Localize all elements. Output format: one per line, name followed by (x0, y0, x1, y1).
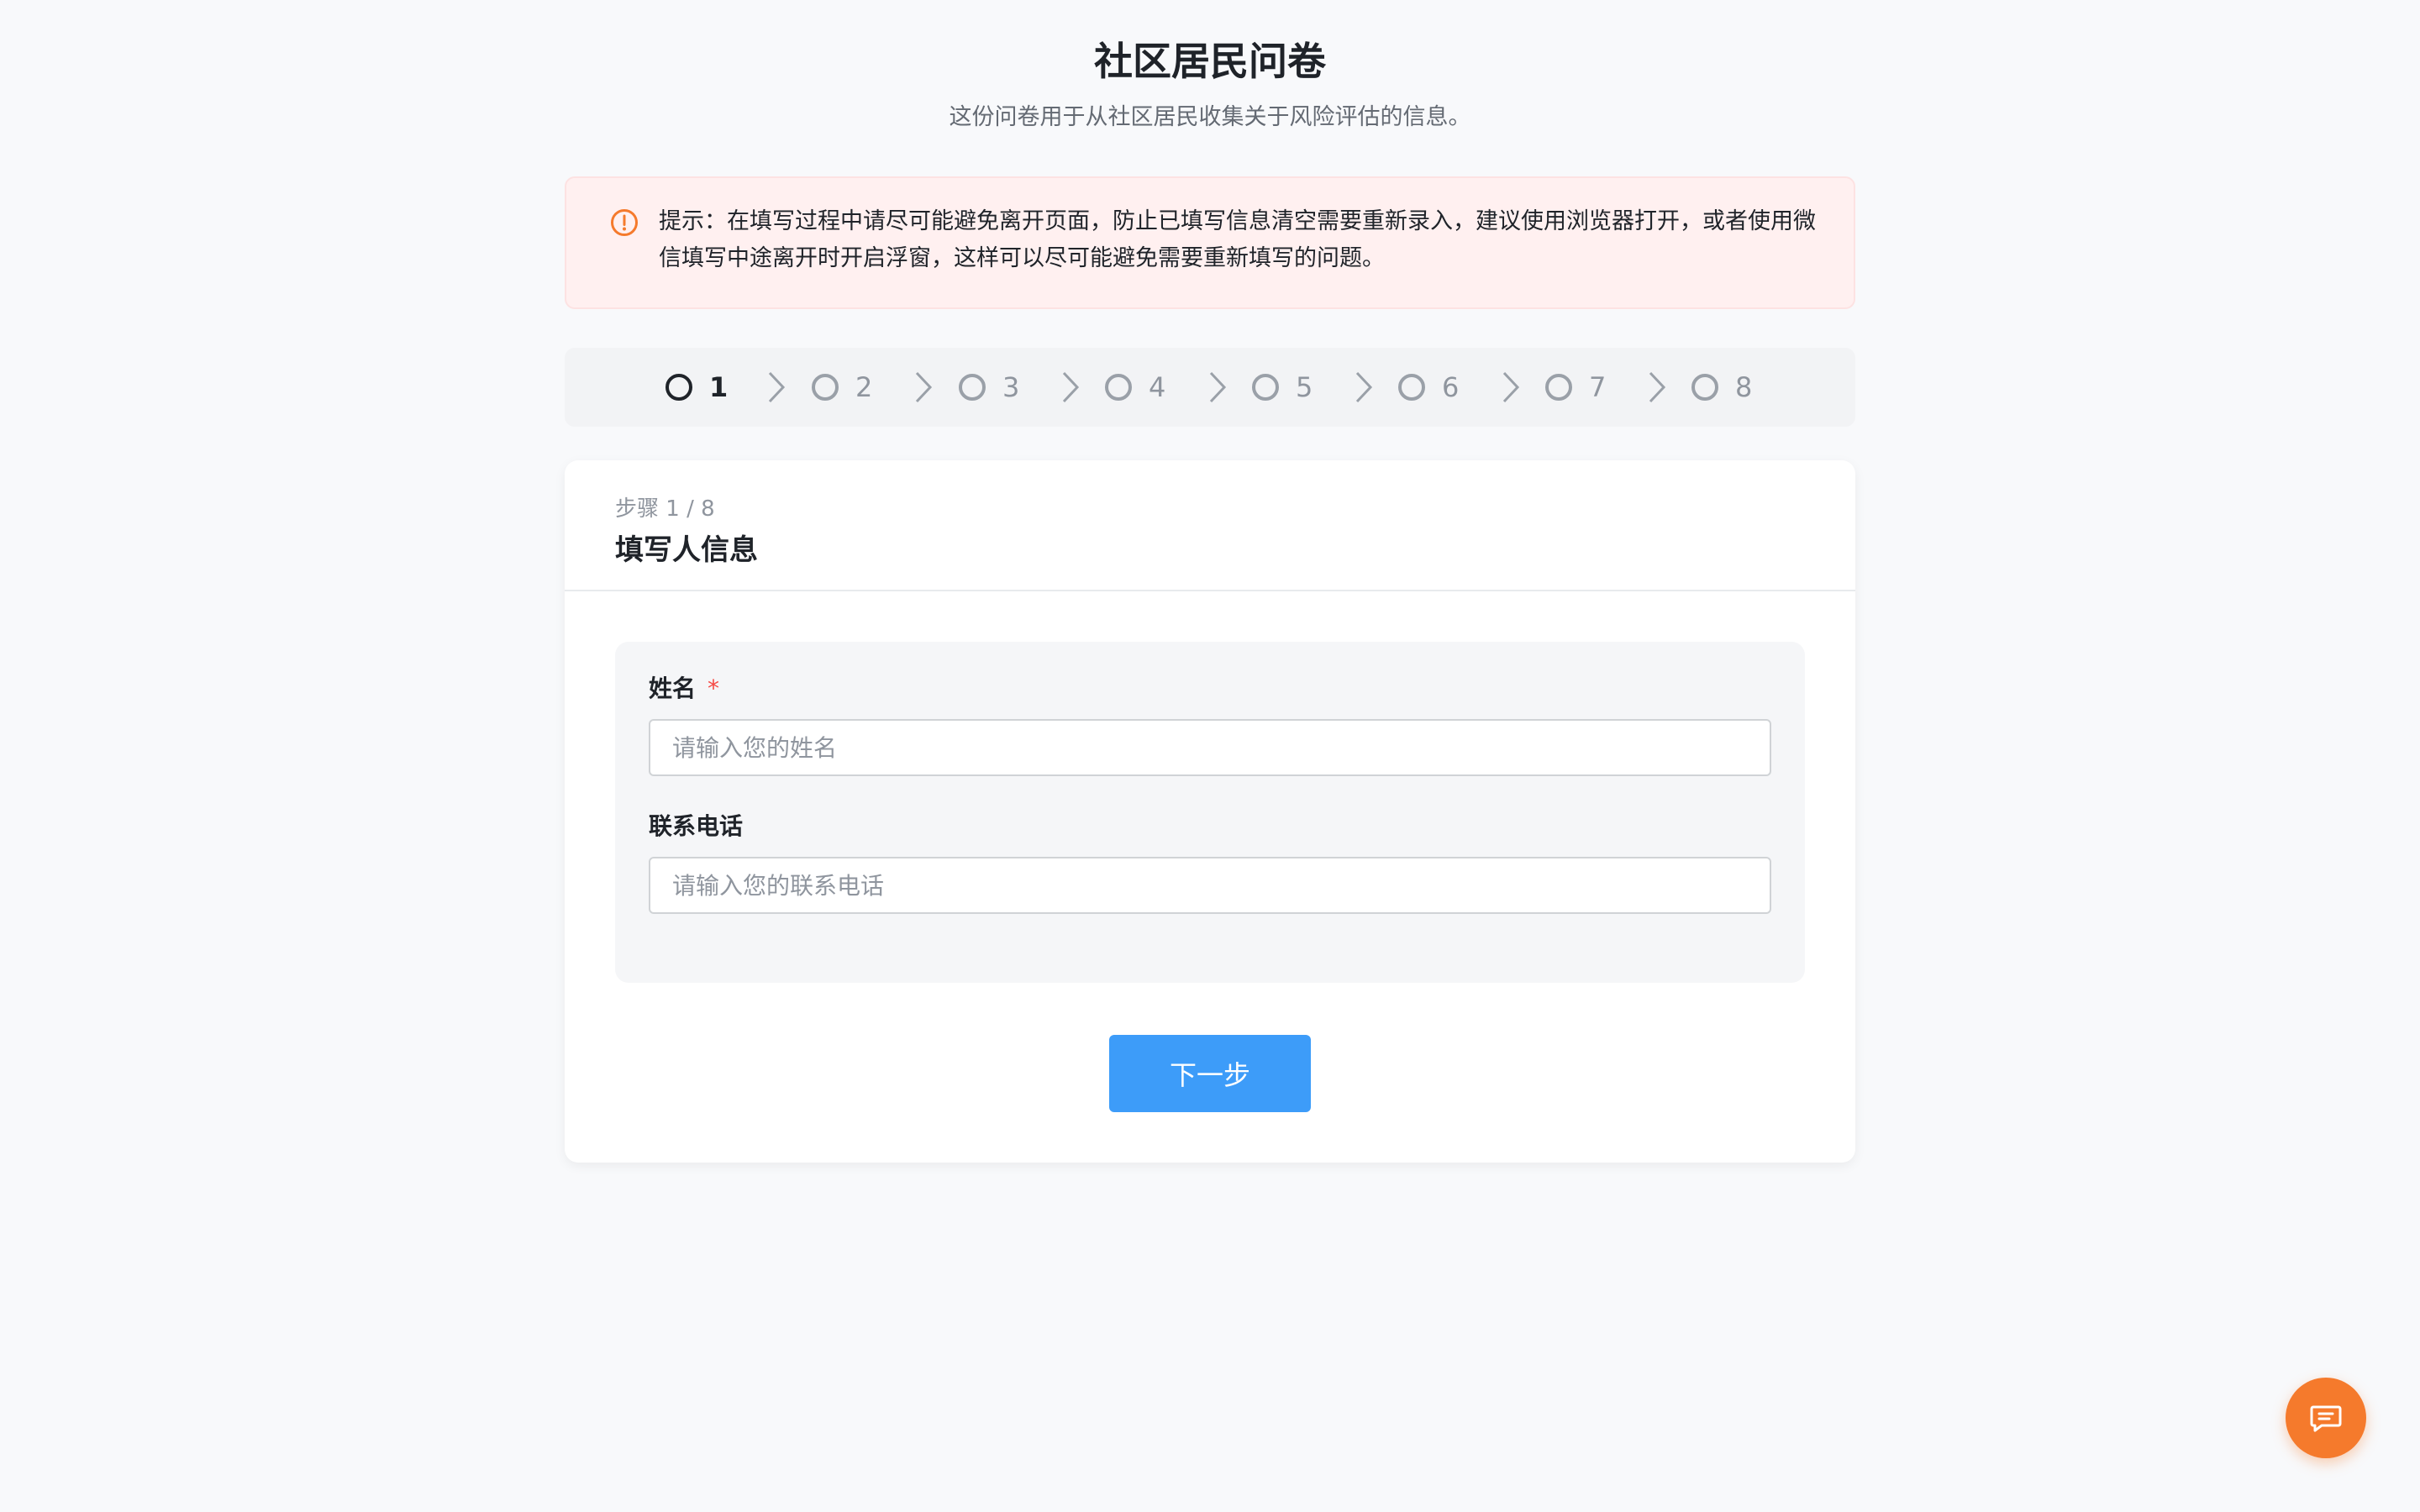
step-1[interactable]: 1 (666, 348, 728, 427)
step-number: 2 (855, 371, 873, 403)
chevron-right-icon (768, 371, 786, 403)
chat-button[interactable] (2286, 1378, 2366, 1458)
notice-text: 提示：在填写过程中请尽可能避免离开页面，防止已填写信息清空需要重新录入，建议使用… (659, 208, 1816, 271)
chat-icon (2310, 1405, 2342, 1432)
page-title: 社区居民问卷 (1094, 39, 1326, 84)
step-3[interactable]: 3 (959, 348, 1019, 427)
required-mark: * (708, 675, 720, 702)
step-7[interactable]: 7 (1545, 348, 1606, 427)
section-title: 填写人信息 (615, 533, 758, 567)
step-8[interactable]: 8 (1691, 348, 1752, 427)
alert-circle-icon (611, 209, 638, 236)
step-circle-icon (666, 374, 692, 401)
step-indicator: 步骤 1 / 8 (615, 496, 715, 522)
step-2[interactable]: 2 (812, 348, 872, 427)
step-circle-icon (1398, 374, 1425, 401)
step-number: 1 (709, 371, 729, 403)
card-header: 步骤 1 / 8 填写人信息 (565, 460, 1855, 591)
next-step-button[interactable]: 下一步 (1109, 1035, 1311, 1112)
step-number: 7 (1589, 371, 1607, 403)
question-card: 步骤 1 / 8 填写人信息 姓名 * 联系电话 下一步 (565, 460, 1855, 1163)
step-number: 5 (1296, 371, 1313, 403)
chevron-right-icon (1209, 371, 1227, 403)
name-field-label: 姓名 * (649, 672, 719, 706)
name-input[interactable] (649, 719, 1771, 776)
step-5[interactable]: 5 (1252, 348, 1313, 427)
step-number: 6 (1442, 371, 1460, 403)
step-circle-icon (959, 374, 986, 401)
step-number: 8 (1735, 371, 1753, 403)
notice-banner: 提示：在填写过程中请尽可能避免离开页面，防止已填写信息清空需要重新录入，建议使用… (565, 176, 1855, 309)
step-number: 4 (1149, 371, 1166, 403)
chevron-right-icon (1502, 371, 1520, 403)
chevron-right-icon (1355, 371, 1373, 403)
steps-navigation: 1 2 3 4 5 6 7 8 (565, 348, 1855, 427)
phone-field-label: 联系电话 (649, 812, 744, 840)
step-circle-icon (812, 374, 839, 401)
step-circle-icon (1545, 374, 1572, 401)
form-panel: 姓名 * 联系电话 (615, 642, 1805, 983)
chevron-right-icon (1649, 371, 1666, 403)
page-subtitle: 这份问卷用于从社区居民收集关于风险评估的信息。 (949, 104, 1471, 130)
step-circle-icon (1691, 374, 1718, 401)
step-circle-icon (1252, 374, 1279, 401)
step-6[interactable]: 6 (1398, 348, 1459, 427)
chevron-right-icon (915, 371, 933, 403)
step-4[interactable]: 4 (1105, 348, 1165, 427)
step-circle-icon (1105, 374, 1132, 401)
chevron-right-icon (1062, 371, 1080, 403)
step-number: 3 (1002, 371, 1020, 403)
name-label-text: 姓名 (649, 675, 697, 702)
phone-input[interactable] (649, 857, 1771, 914)
